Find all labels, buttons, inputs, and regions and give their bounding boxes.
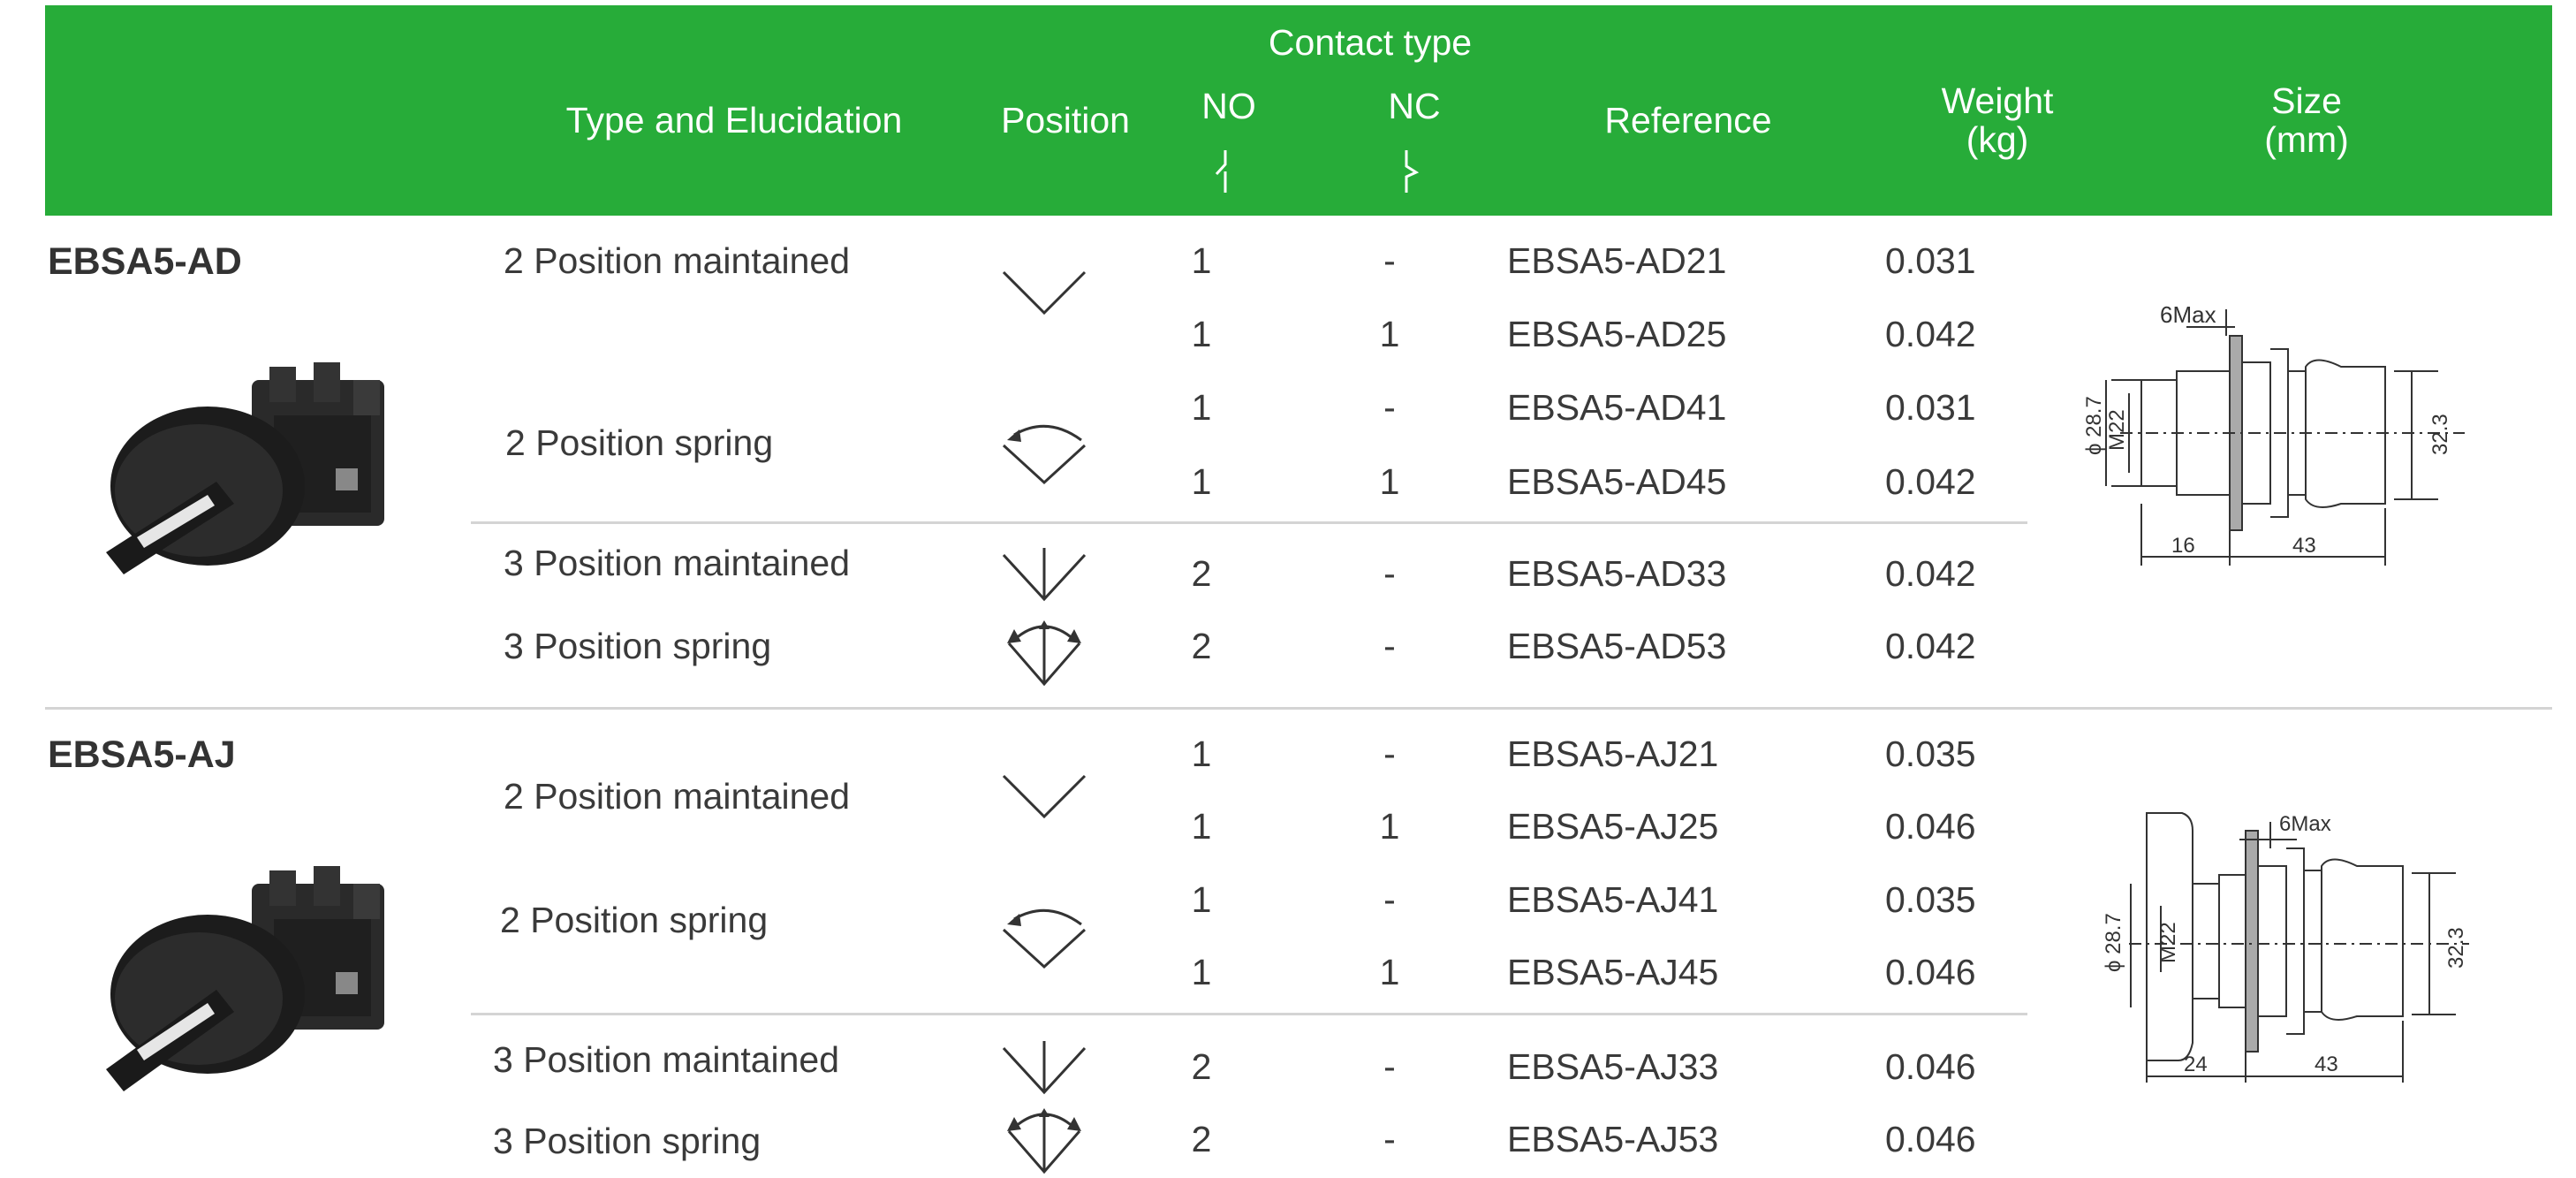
position-3-maintained-icon (1002, 548, 1087, 602)
series-title: EBSA5-AJ (48, 733, 236, 776)
svg-text:32.3: 32.3 (2444, 927, 2468, 969)
weight-value: 0.046 (1885, 952, 1976, 992)
nc-value: - (1383, 387, 1396, 428)
position-2-maintained-icon (1002, 774, 1087, 819)
position-2-maintained-icon (1002, 270, 1087, 315)
type-label: 2 Position spring (500, 900, 769, 940)
reference-value: EBSA5-AD33 (1507, 553, 1727, 594)
reference-value: EBSA5-AJ25 (1507, 806, 1719, 847)
nc-value: - (1383, 879, 1396, 920)
reference-value: EBSA5-AJ53 (1507, 1119, 1719, 1159)
series-title: EBSA5-AD (48, 240, 242, 283)
weight-value: 0.042 (1885, 553, 1976, 594)
switch-product-image (106, 866, 384, 1091)
no-value: 1 (1191, 952, 1212, 992)
weight-value: 0.042 (1885, 314, 1976, 354)
no-value: 1 (1191, 733, 1212, 774)
type-label: 3 Position maintained (504, 543, 851, 583)
weight-value: 0.035 (1885, 879, 1976, 920)
no-value: 1 (1191, 461, 1212, 502)
nc-value: - (1383, 1119, 1396, 1159)
svg-text:M22: M22 (2156, 922, 2180, 963)
header-nc: NC (1388, 86, 1441, 126)
type-label: 3 Position spring (504, 626, 772, 666)
svg-text:16: 16 (2171, 534, 2195, 558)
weight-value: 0.046 (1885, 1119, 1976, 1159)
header-size: Size (2271, 80, 2342, 121)
header-size-unit: (mm) (2264, 119, 2349, 160)
weight-value: 0.031 (1885, 387, 1976, 428)
row-divider (471, 1013, 2027, 1015)
size-drawing: 6Max ϕ 28.7 M22 32.3 24 43 (2102, 812, 2469, 1083)
nc-value: - (1383, 733, 1396, 774)
weight-value: 0.042 (1885, 461, 1976, 502)
weight-value: 0.046 (1885, 1046, 1976, 1087)
nc-value: - (1383, 1046, 1396, 1087)
reference-value: EBSA5-AD21 (1507, 240, 1727, 281)
reference-value: EBSA5-AJ41 (1507, 879, 1719, 920)
nc-value: 1 (1379, 461, 1400, 502)
nc-value: - (1383, 240, 1396, 281)
svg-text:24: 24 (2184, 1053, 2208, 1076)
no-value: 1 (1191, 240, 1212, 281)
header-contact-type: Contact type (1268, 22, 1473, 63)
nc-value: - (1383, 626, 1396, 666)
no-value: 1 (1191, 314, 1212, 354)
svg-text:ϕ 28.7: ϕ 28.7 (2082, 396, 2106, 455)
header-weight: Weight (1941, 80, 2054, 121)
reference-value: EBSA5-AJ21 (1507, 733, 1719, 774)
weight-value: 0.031 (1885, 240, 1976, 281)
svg-text:32.3: 32.3 (2428, 414, 2452, 455)
nc-value: - (1383, 553, 1396, 594)
position-3-spring-icon (1007, 1108, 1081, 1174)
header-no: NO (1201, 86, 1256, 126)
row-divider (471, 521, 2027, 524)
position-3-maintained-icon (1002, 1041, 1087, 1095)
no-value: 1 (1191, 806, 1212, 847)
reference-value: EBSA5-AD41 (1507, 387, 1727, 428)
no-value: 1 (1191, 879, 1212, 920)
reference-value: EBSA5-AD25 (1507, 314, 1727, 354)
type-label: 3 Position spring (493, 1121, 761, 1161)
svg-text:43: 43 (2315, 1053, 2338, 1076)
no-value: 2 (1191, 626, 1212, 666)
svg-text:ϕ 28.7: ϕ 28.7 (2102, 913, 2125, 972)
switch-product-image (106, 362, 384, 574)
type-label: 2 Position spring (505, 422, 774, 463)
header-position: Position (1001, 100, 1130, 141)
type-label: 2 Position maintained (504, 776, 851, 817)
nc-value: 1 (1379, 314, 1400, 354)
table-header: Contact type Type and Elucidation Positi… (45, 5, 2552, 216)
header-reference: Reference (1604, 100, 1772, 141)
type-label: 3 Position maintained (493, 1039, 840, 1080)
svg-text:43: 43 (2292, 534, 2316, 558)
size-drawing: 6Max ϕ 28.7 M22 32.3 16 43 (2082, 301, 2465, 566)
reference-value: EBSA5-AD53 (1507, 626, 1727, 666)
position-2-spring-icon (1002, 908, 1087, 969)
nc-value: 1 (1379, 806, 1400, 847)
header-weight-unit: (kg) (1966, 119, 2029, 160)
position-3-spring-icon (1007, 620, 1081, 687)
weight-value: 0.042 (1885, 626, 1976, 666)
weight-value: 0.035 (1885, 733, 1976, 774)
no-value: 2 (1191, 1046, 1212, 1087)
no-value: 1 (1191, 387, 1212, 428)
position-2-spring-icon (1002, 424, 1087, 485)
nc-contact-icon (1405, 150, 1420, 193)
reference-value: EBSA5-AJ33 (1507, 1046, 1719, 1087)
weight-value: 0.046 (1885, 806, 1976, 847)
header-type: Type and Elucidation (565, 100, 903, 141)
no-value: 2 (1191, 1119, 1212, 1159)
svg-text:M22: M22 (2105, 409, 2129, 451)
svg-text:6Max: 6Max (2279, 812, 2331, 836)
svg-text:6Max: 6Max (2160, 301, 2216, 328)
reference-value: EBSA5-AD45 (1507, 461, 1727, 502)
nc-value: 1 (1379, 952, 1400, 992)
group-divider (45, 707, 2552, 710)
reference-value: EBSA5-AJ45 (1507, 952, 1719, 992)
no-value: 2 (1191, 553, 1212, 594)
type-label: 2 Position maintained (504, 240, 851, 281)
no-contact-icon (1215, 150, 1227, 193)
